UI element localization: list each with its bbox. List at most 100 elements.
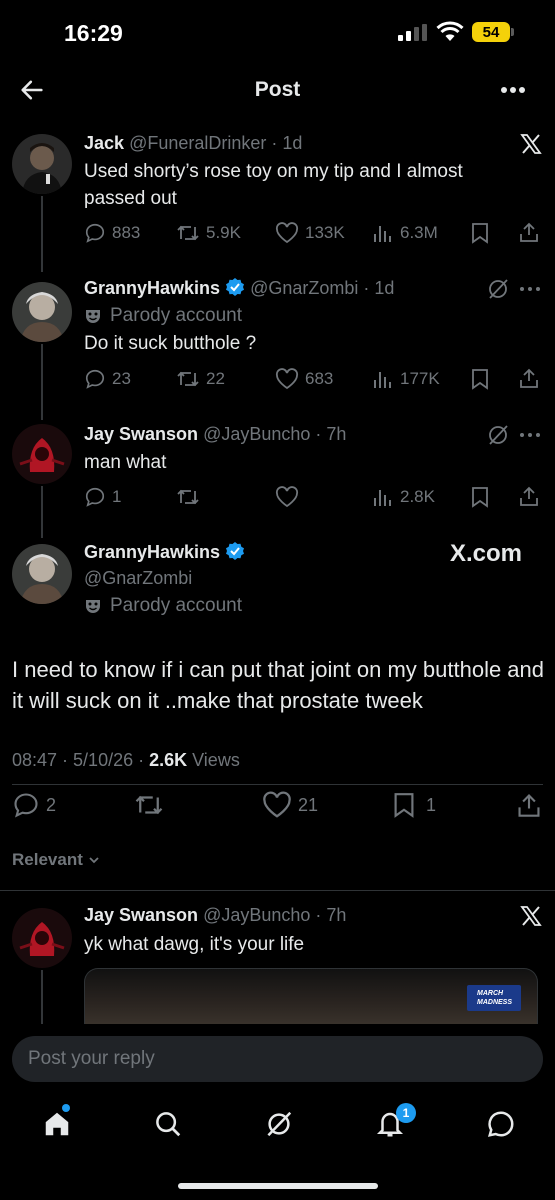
author-handle[interactable]: @JayBuncho <box>203 905 310 925</box>
like-count: 683 <box>305 369 334 388</box>
parody-label: Parody account <box>84 305 242 327</box>
reply-count: 883 <box>112 223 141 242</box>
share-icon[interactable] <box>518 485 540 507</box>
author-handle[interactable]: @FuneralDrinker <box>129 133 266 153</box>
x-logo-icon <box>519 904 543 928</box>
like-count: 133K <box>305 223 345 242</box>
post-view-count: 2.6K <box>149 750 188 770</box>
views-button[interactable]: 6.3M <box>372 222 438 244</box>
parody-mask-icon <box>86 310 100 323</box>
more-icon[interactable] <box>500 86 526 94</box>
bookmark-icon[interactable] <box>470 486 490 508</box>
author-name[interactable]: GrannyHawkins <box>84 542 220 562</box>
post-timestamp: 08:47 · 5/10/26 · <box>12 750 150 770</box>
divider <box>0 890 555 891</box>
repost-button[interactable] <box>134 791 164 819</box>
author-handle[interactable]: @JayBuncho <box>203 424 310 444</box>
like-button[interactable] <box>275 486 299 508</box>
repost-icon <box>177 371 199 387</box>
views-button[interactable]: 2.8K <box>372 486 435 508</box>
bookmark-count: 1 <box>426 794 437 815</box>
author-handle[interactable]: @GnarZombi <box>84 568 192 589</box>
home-unread-dot <box>62 1104 70 1112</box>
like-button[interactable]: 133K <box>275 222 345 244</box>
reply-count: 2 <box>46 794 57 815</box>
share-icon[interactable] <box>518 221 540 243</box>
like-button[interactable]: 21 <box>262 791 318 819</box>
media-badge: MARCH MADNESS <box>467 985 521 1011</box>
views-button[interactable]: 177K <box>372 368 440 390</box>
more-icon[interactable] <box>520 433 540 437</box>
repost-count: 22 <box>206 369 225 388</box>
main-post-author: GrannyHawkins <box>84 541 245 563</box>
repost-button[interactable]: 22 <box>176 368 225 390</box>
reply-input[interactable]: Post your reply <box>12 1036 543 1082</box>
share-icon[interactable] <box>516 791 542 819</box>
reply-button[interactable]: 23 <box>84 368 131 390</box>
like-icon <box>275 486 299 508</box>
wifi-icon <box>436 21 464 43</box>
grok-icon[interactable] <box>264 1109 294 1139</box>
grok-icon[interactable] <box>486 277 510 301</box>
author-name[interactable]: Jay Swanson <box>84 424 198 444</box>
repost-icon <box>177 225 199 241</box>
thread-line <box>41 344 43 420</box>
reply-icon <box>85 487 105 507</box>
like-button[interactable]: 683 <box>275 368 333 390</box>
avatar[interactable] <box>12 544 72 604</box>
tweet-time: · 7h <box>315 424 347 444</box>
like-icon <box>275 222 299 244</box>
reply-icon <box>85 223 105 243</box>
avatar[interactable] <box>12 424 72 484</box>
like-count: 21 <box>298 794 319 815</box>
media-preview[interactable]: MARCH MADNESS <box>84 968 538 1026</box>
watermark: X.com <box>450 540 523 567</box>
repost-icon <box>135 795 163 815</box>
divider <box>12 784 543 785</box>
avatar[interactable] <box>12 282 72 342</box>
parody-label: Parody account <box>84 595 242 617</box>
reply-icon <box>85 369 105 389</box>
verified-icon <box>225 277 245 297</box>
tweet-text: yk what dawg, it's your life <box>84 934 305 955</box>
bookmark-icon <box>394 793 414 818</box>
tweet-text: Do it suck butthole ? <box>84 333 257 354</box>
share-icon[interactable] <box>518 367 540 389</box>
thread-line <box>41 970 43 1026</box>
bookmark-button[interactable]: 1 <box>392 791 436 819</box>
home-indicator <box>178 1183 378 1189</box>
author-name[interactable]: GrannyHawkins <box>84 278 220 298</box>
views-icon <box>374 372 391 388</box>
tweet-time: · 1d <box>363 278 395 298</box>
author-name[interactable]: Jack <box>84 133 124 153</box>
notification-badge: 1 <box>396 1103 416 1123</box>
search-icon[interactable] <box>153 1109 183 1139</box>
like-icon <box>263 791 291 818</box>
reply-button[interactable]: 1 <box>84 486 121 508</box>
like-icon <box>275 368 299 390</box>
sort-dropdown[interactable]: Relevant <box>12 850 101 870</box>
grok-icon[interactable] <box>486 423 510 447</box>
reply-button[interactable]: 883 <box>84 222 140 244</box>
repost-button[interactable] <box>176 486 200 508</box>
tweet-header: Jay Swanson @JayBuncho · 7h <box>84 905 346 926</box>
avatar[interactable] <box>12 134 72 194</box>
signal-icon <box>398 24 428 42</box>
status-time: 16:29 <box>64 20 123 46</box>
bookmark-icon[interactable] <box>470 368 490 390</box>
parody-mask-icon <box>86 600 100 613</box>
author-handle-text: @GnarZombi <box>84 568 193 588</box>
tweet-time: · 1d <box>271 133 303 153</box>
reply-button[interactable]: 2 <box>12 791 56 819</box>
author-handle[interactable]: @GnarZombi <box>250 278 358 298</box>
repost-button[interactable]: 5.9K <box>176 222 241 244</box>
main-post-text: I need to know if i can put that joint o… <box>12 657 545 713</box>
bookmark-icon[interactable] <box>470 222 490 244</box>
home-icon[interactable] <box>42 1109 72 1139</box>
more-icon[interactable] <box>520 287 540 291</box>
messages-icon[interactable] <box>486 1109 516 1139</box>
avatar[interactable] <box>12 908 72 968</box>
battery-tip <box>511 28 514 36</box>
author-name[interactable]: Jay Swanson <box>84 905 198 925</box>
repost-count: 5.9K <box>206 223 241 242</box>
